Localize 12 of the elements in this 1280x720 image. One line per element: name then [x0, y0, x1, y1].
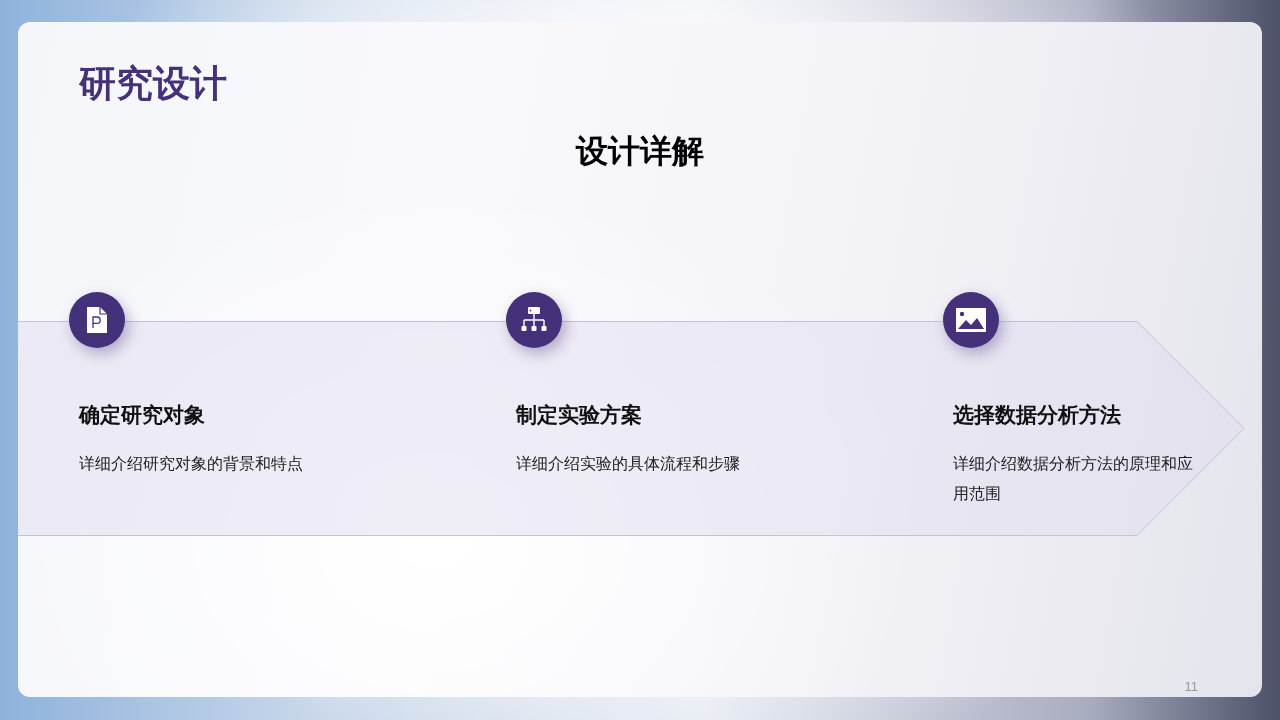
slide-title: 研究设计: [79, 62, 228, 106]
step-title: 制定实验方案: [516, 401, 643, 427]
step-description: 详细介绍实验的具体流程和步骤: [516, 453, 741, 474]
page-number: 11: [1184, 679, 1198, 695]
step-description: 详细介绍数据分析方法的原理和应用范围: [953, 453, 1194, 504]
step-title: 确定研究对象: [79, 401, 206, 427]
step-title: 选择数据分析方法: [953, 401, 1122, 427]
step-description: 详细介绍研究对象的背景和特点: [79, 453, 304, 474]
section-heading: 设计详解: [574, 132, 705, 171]
image-icon: [943, 291, 999, 348]
document-icon: [69, 291, 125, 348]
hierarchy-icon: [506, 291, 562, 348]
